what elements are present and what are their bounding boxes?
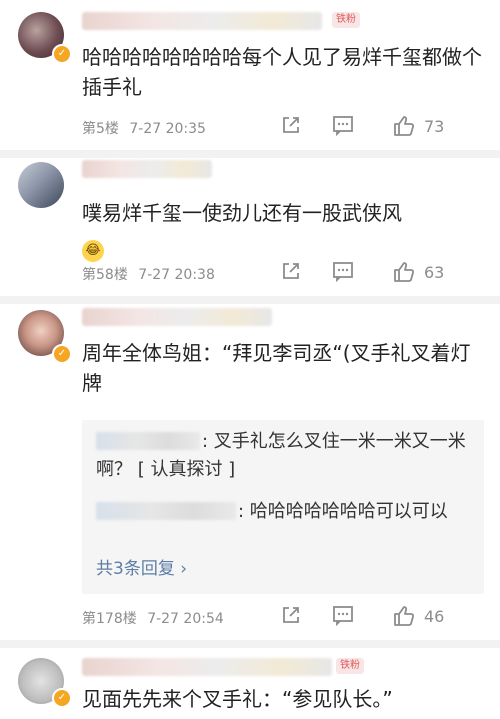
floor-number: 第178楼 [82,611,137,627]
like-button[interactable]: 46 [392,604,444,628]
verified-badge-icon: ✓ [52,688,72,708]
reply-text: : 哈哈哈哈哈哈哈可以可以 [238,501,448,522]
like-count: 73 [424,116,445,136]
divider [0,296,500,304]
laughing-emoji-icon: 😂 [82,240,104,262]
share-icon [283,263,299,279]
verified-badge-icon: ✓ [52,344,72,364]
thumbs-up-icon [394,606,415,626]
comment-text: 周年全体鸟姐：“拜见李司丞“(叉手礼叉着灯牌 [82,341,471,395]
floor-number: 第5楼 [82,121,119,137]
comment-actions: 73 [270,114,500,140]
like-count: 46 [424,606,445,626]
divider [0,640,500,648]
reply-item[interactable]: : 叉手礼怎么叉住一米一米又一米啊？ [ 认真探讨 ] [96,428,476,484]
share-icon [283,607,299,623]
comment-button[interactable] [332,114,354,136]
comment-meta: 第178楼 7-27 20:54 [82,608,224,628]
floor-number: 第58楼 [82,267,128,283]
fan-badge: 铁粉 [336,658,364,674]
username-blurred[interactable] [82,658,332,676]
comment-item: ✓ 周年全体鸟姐：“拜见李司丞“(叉手礼叉着灯牌 : 叉手礼怎么叉住一米一米又一… [0,304,500,648]
share-button[interactable] [280,114,302,136]
thumbs-up-icon [394,262,415,282]
username-blurred[interactable] [82,12,322,30]
comment-meta: 第58楼 7-27 20:38 [82,264,215,284]
comment-text-body: 噗易烊千玺一使劲儿还有一股武侠风 [82,201,402,225]
comment-icon [333,116,353,136]
share-button[interactable] [280,260,302,282]
fan-badge: 铁粉 [332,12,360,28]
username-blurred[interactable] [82,308,272,326]
comment-meta: 第5楼 7-27 20:35 [82,118,206,138]
username-blurred[interactable] [82,160,212,178]
comment-icon [333,606,353,626]
comment-item: 噗易烊千玺一使劲儿还有一股武侠风 😂 第58楼 7-27 20:38 63 [0,158,500,300]
reply-preview-box[interactable]: : 叉手礼怎么叉住一米一米又一米啊？ [ 认真探讨 ] : 哈哈哈哈哈哈哈可以可… [82,420,484,594]
avatar[interactable] [18,162,64,208]
comment-actions: 46 [270,604,500,630]
comment-time: 7-27 20:35 [129,121,206,137]
comment-icon [333,262,353,282]
divider [0,150,500,158]
reply-username-blurred[interactable] [96,432,200,450]
more-replies-link[interactable]: 共3条回复 › [96,554,187,579]
comment-time: 7-27 20:54 [147,611,224,627]
comment-text: 噗易烊千玺一使劲儿还有一股武侠风 😂 [82,198,482,262]
comment-button[interactable] [332,604,354,626]
comment-item: ✓ 铁粉 哈哈哈哈哈哈哈哈每个人见了易烊千玺都做个插手礼 第5楼 7-27 20… [0,0,500,152]
comment-actions: 63 [270,260,500,286]
comment-text: 见面先先来个叉手礼：“参见队长。” [82,687,393,711]
verified-badge-icon: ✓ [52,44,72,64]
like-button[interactable]: 63 [392,260,444,284]
comment-time: 7-27 20:38 [138,267,215,283]
reply-item[interactable]: : 哈哈哈哈哈哈哈可以可以 [96,498,476,526]
like-count: 63 [424,262,445,282]
share-icon [283,117,299,133]
comment-text: 哈哈哈哈哈哈哈哈每个人见了易烊千玺都做个插手礼 [82,45,482,99]
comment-item: ✓ 铁粉 见面先先来个叉手礼：“参见队长。” [0,648,500,719]
reply-username-blurred[interactable] [96,502,236,520]
comment-button[interactable] [332,260,354,282]
like-button[interactable]: 73 [392,114,444,138]
share-button[interactable] [280,604,302,626]
thumbs-up-icon [394,116,415,136]
